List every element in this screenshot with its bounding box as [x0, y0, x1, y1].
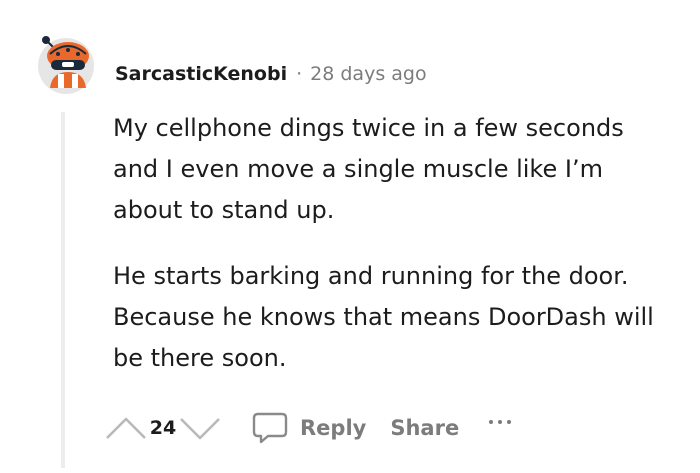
snoo-avatar-icon	[38, 36, 94, 94]
upvote-button[interactable]	[100, 408, 152, 448]
reply-label: Reply	[300, 416, 367, 440]
comment: SarcasticKenobi · 28 days ago My cellpho…	[0, 0, 700, 473]
vote-controls: 24	[100, 408, 226, 448]
comment-paragraph: He starts barking and running for the do…	[113, 262, 654, 372]
speech-bubble-icon	[252, 412, 288, 444]
comment-body: My cellphone dings twice in a few second…	[113, 108, 673, 379]
comment-paragraph: My cellphone dings twice in a few second…	[113, 114, 624, 224]
comment-meta: SarcasticKenobi · 28 days ago	[115, 57, 427, 91]
more-dots-icon	[507, 420, 512, 424]
downvote-button[interactable]	[174, 408, 226, 448]
comment-actions: 24 Reply Share	[100, 404, 516, 452]
author-name[interactable]: SarcasticKenobi	[115, 63, 287, 85]
more-dots-icon	[489, 420, 494, 424]
more-options-button[interactable]	[489, 418, 516, 438]
more-dots-icon	[498, 420, 503, 424]
avatar[interactable]	[36, 28, 100, 100]
share-button[interactable]: Share	[390, 416, 459, 440]
thread-line[interactable]	[61, 112, 65, 468]
downvote-arrow-icon	[180, 418, 220, 440]
reply-button[interactable]: Reply	[252, 411, 366, 445]
timestamp[interactable]: 28 days ago	[310, 63, 426, 85]
meta-separator: ·	[296, 63, 303, 85]
upvote-arrow-icon	[106, 417, 146, 439]
